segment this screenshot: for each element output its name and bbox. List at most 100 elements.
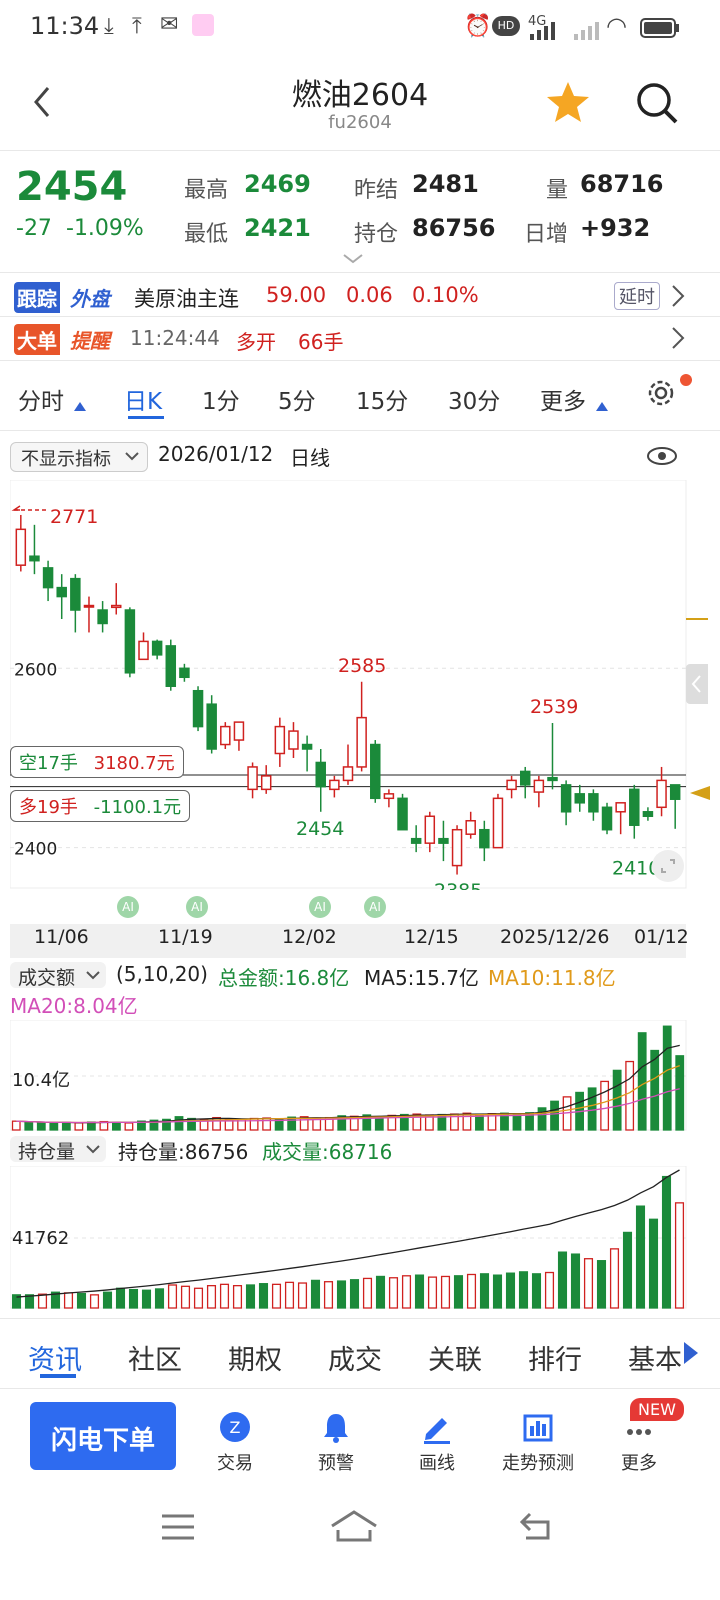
candle-body: [588, 793, 599, 813]
oi-bar: [219, 1283, 230, 1309]
x-tick-label: 11/06: [34, 926, 89, 948]
tab-basic[interactable]: 基本: [628, 1338, 682, 1377]
visibility-toggle[interactable]: [646, 442, 678, 474]
app-notify-icon: [192, 14, 214, 36]
oi-bar: [349, 1279, 360, 1309]
price-annotation: 2771: [50, 506, 98, 528]
high-label: 最高: [184, 178, 229, 203]
favorite-button[interactable]: [546, 80, 590, 124]
short-position-box[interactable]: 空17手 3180.7元: [10, 746, 184, 778]
daily-inc-value: +932: [580, 214, 651, 242]
chart-frame: [10, 480, 687, 889]
expand-quote-button[interactable]: [342, 250, 364, 269]
tab-trades[interactable]: 成交: [328, 1338, 382, 1377]
pen-icon: [424, 1418, 450, 1444]
tab-community[interactable]: 社区: [128, 1338, 182, 1377]
toolbar-alert[interactable]: 预警: [281, 1410, 391, 1475]
tab-ranking[interactable]: 排行: [528, 1338, 582, 1377]
price-annotation: 2585: [338, 655, 386, 677]
back-nav-icon[interactable]: [520, 1510, 556, 1542]
candle-body: [138, 640, 149, 661]
tab-30min[interactable]: 30分: [448, 382, 500, 416]
side-panel-handle[interactable]: [686, 664, 708, 704]
toolbar-trade[interactable]: Z 交易: [180, 1410, 290, 1475]
toolbar-draw[interactable]: 画线: [382, 1410, 492, 1475]
volume-frame: [10, 1020, 687, 1131]
tab-news[interactable]: 资讯: [28, 1338, 82, 1377]
scroll-right-icon[interactable]: [684, 1342, 698, 1364]
volume-chart[interactable]: [10, 1020, 690, 1132]
chart-date: 2026/01/12: [158, 442, 274, 466]
upload-icon: ⤒: [132, 14, 142, 39]
page-subtitle: fu2604: [328, 112, 392, 133]
oi-bar: [362, 1277, 373, 1309]
candle-body: [629, 788, 640, 826]
quick-order-button[interactable]: 闪电下单: [30, 1402, 176, 1470]
oi-bar: [102, 1291, 113, 1309]
last-price: 2454: [16, 164, 128, 210]
wifi-icon: ◠: [606, 12, 627, 40]
oi-bar: [323, 1281, 334, 1309]
toolbar-draw-label: 画线: [419, 1453, 455, 1474]
system-nav-bar: [0, 1490, 720, 1600]
candlestick-chart[interactable]: 26002400 277125852539245423852410: [10, 480, 710, 890]
volume-metric-select[interactable]: 成交额: [10, 962, 106, 989]
tab-1min[interactable]: 1分: [202, 382, 240, 416]
ai-badge[interactable]: AI: [309, 896, 331, 918]
toolbar-forecast[interactable]: 走势预测: [483, 1410, 593, 1475]
volume-bar: [61, 1121, 71, 1131]
search-button[interactable]: [634, 80, 680, 126]
menu-icon[interactable]: [160, 1512, 196, 1542]
eye-icon: [647, 447, 677, 465]
ai-badge[interactable]: AI: [117, 896, 139, 918]
ai-badge[interactable]: AI: [364, 896, 386, 918]
tab-timeshare[interactable]: 分时: [18, 382, 64, 416]
oi-volume: 成交量:68716: [262, 1140, 393, 1164]
oi-metric-select[interactable]: 持仓量: [10, 1136, 106, 1163]
star-icon: [547, 82, 589, 122]
x-axis-bar: 11/06 11/19 12/02 12/15 2025/12/26 01/12: [10, 924, 689, 958]
candle-body: [438, 837, 449, 844]
expand-icon: [661, 859, 675, 873]
home-icon[interactable]: [330, 1508, 378, 1544]
current-price-arrow-icon: [690, 786, 710, 800]
price-annotation: 2454: [296, 818, 344, 840]
volume-bar: [625, 1060, 635, 1131]
candle-body: [642, 811, 654, 818]
tab-more[interactable]: 更多: [540, 382, 586, 416]
volume-bar: [36, 1122, 46, 1131]
signal2-icon: [574, 22, 599, 40]
page-title: 燃油2604: [291, 78, 429, 113]
open-interest-label: 持仓: [354, 222, 399, 247]
candle-body: [15, 528, 27, 566]
candle-body: [560, 784, 572, 813]
candle-body: [383, 793, 395, 800]
oi-bar: [336, 1280, 347, 1309]
candle-body: [506, 779, 517, 791]
candle-body: [329, 779, 340, 791]
search-icon: [637, 83, 678, 124]
tab-daily-k[interactable]: 日K: [124, 382, 162, 416]
candle-body: [260, 775, 272, 791]
candle-body: [342, 766, 354, 782]
tab-5min[interactable]: 5分: [278, 382, 316, 416]
tab-related[interactable]: 关联: [428, 1338, 482, 1377]
tracking-row[interactable]: 跟踪 外盘 美原油主连 59.00 0.06 0.10% 延时: [0, 274, 720, 318]
trade-icon: Z: [220, 1412, 250, 1442]
oi-value: 持仓量:86756: [118, 1140, 249, 1164]
candle-body: [233, 721, 245, 741]
indicator-select[interactable]: 不显示指标: [10, 442, 148, 472]
y-tick-label: 2600: [14, 660, 57, 680]
open-interest-chart[interactable]: [10, 1166, 690, 1310]
candle-body: [83, 604, 95, 608]
candle-body: [547, 776, 558, 782]
dropdown-triangle-icon: [596, 402, 608, 411]
tab-options[interactable]: 期权: [228, 1338, 282, 1377]
tracking-pct: 0.10%: [412, 283, 479, 307]
long-position-box[interactable]: 多19手 -1100.1元: [10, 790, 191, 822]
chart-settings-button[interactable]: [644, 374, 692, 414]
ai-badge[interactable]: AI: [186, 896, 208, 918]
big-order-row[interactable]: 大单 提醒 11:24:44 多开 66手: [0, 318, 720, 362]
tab-15min[interactable]: 15分: [356, 382, 408, 416]
fullscreen-button[interactable]: [652, 850, 684, 882]
